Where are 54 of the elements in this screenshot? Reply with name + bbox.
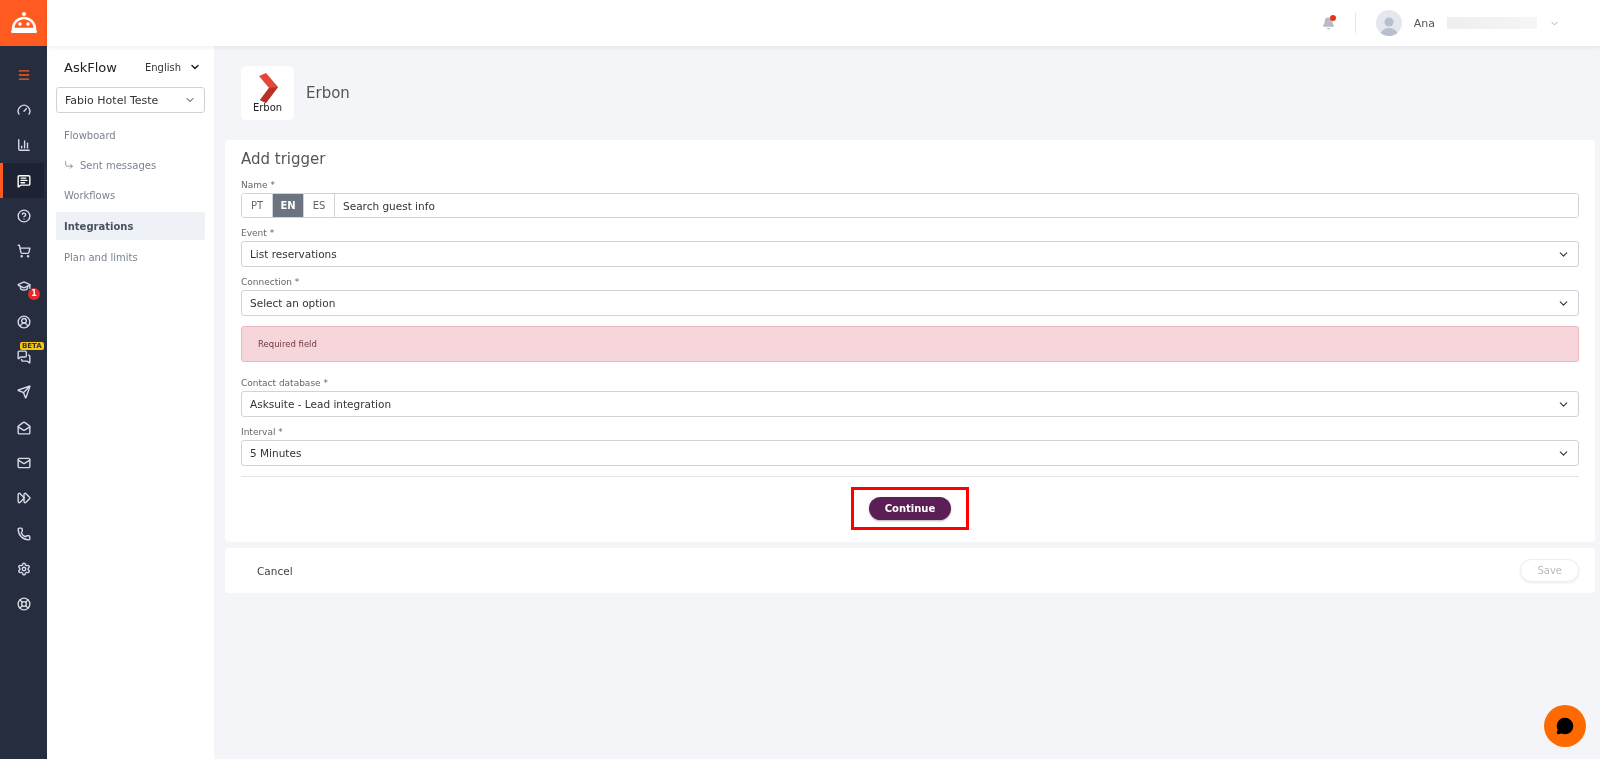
cart-icon bbox=[16, 244, 31, 259]
bar-chart-icon bbox=[16, 138, 31, 153]
select-field[interactable]: 5 Minutes bbox=[241, 440, 1579, 466]
error-alert: Required field bbox=[241, 326, 1579, 362]
open-envelope-icon bbox=[16, 420, 31, 435]
user-name: Ana bbox=[1413, 16, 1435, 30]
app-title: AskFlow bbox=[64, 59, 117, 75]
count-badge: 1 bbox=[28, 287, 40, 300]
robot-bell-icon bbox=[9, 11, 38, 35]
fast-forward-icon bbox=[16, 491, 31, 506]
integration-name: Erbon bbox=[306, 84, 350, 102]
field-label: Interval * bbox=[241, 427, 284, 437]
select-field[interactable]: Asksuite - Lead integration bbox=[241, 391, 1579, 417]
bell-icon bbox=[1321, 16, 1335, 30]
logo-text: Erbon bbox=[252, 102, 283, 113]
robot-logo[interactable] bbox=[0, 0, 47, 46]
language-tab[interactable]: EN bbox=[273, 194, 304, 217]
menu-icon bbox=[16, 67, 31, 82]
nav-item[interactable]: Integrations bbox=[56, 212, 205, 240]
language-tab[interactable]: PT bbox=[242, 194, 273, 217]
field-label: Contact database * bbox=[241, 378, 329, 388]
settings-icon bbox=[16, 561, 31, 576]
nav-item[interactable]: Workflows bbox=[56, 181, 205, 209]
gauge-icon bbox=[16, 102, 31, 117]
rail-item[interactable]: 1 bbox=[0, 268, 44, 305]
field-label: Name * bbox=[241, 180, 276, 190]
chevron-logo-icon bbox=[256, 73, 279, 103]
help-icon bbox=[16, 208, 31, 223]
chat-launcher-button[interactable] bbox=[1544, 705, 1586, 747]
form-title: Add trigger bbox=[241, 150, 327, 168]
chat-icon bbox=[16, 173, 31, 188]
nav-item[interactable]: Plan and limits bbox=[56, 243, 205, 271]
field-label: Event * bbox=[241, 228, 276, 238]
graduation-cap-icon bbox=[16, 279, 31, 294]
continue-button[interactable]: Continue bbox=[868, 497, 952, 520]
phone-icon bbox=[16, 526, 31, 541]
name-field[interactable]: PT EN ES Search guest info bbox=[241, 193, 1579, 218]
user-icon bbox=[16, 314, 31, 329]
language-select[interactable]: English bbox=[144, 61, 201, 73]
send-icon bbox=[16, 385, 31, 400]
rail-item[interactable] bbox=[0, 162, 44, 199]
select-field[interactable]: List reservations bbox=[241, 241, 1579, 267]
select-field[interactable]: Select an option bbox=[241, 290, 1579, 316]
cancel-button[interactable]: Cancel bbox=[257, 564, 293, 577]
lifebuoy-icon bbox=[16, 597, 31, 612]
nav-item[interactable]: Flowboard bbox=[56, 121, 205, 149]
field-label: Connection * bbox=[241, 277, 301, 287]
messages-icon bbox=[16, 350, 31, 364]
nav-subitem[interactable]: Sent messages bbox=[56, 152, 205, 178]
envelope-icon bbox=[16, 455, 31, 470]
sub-arrow-icon bbox=[64, 160, 74, 170]
account-select[interactable]: Fabio Hotel Teste bbox=[56, 87, 205, 113]
chat-bubble-icon bbox=[1556, 717, 1574, 735]
notifications-button[interactable] bbox=[1321, 16, 1335, 30]
